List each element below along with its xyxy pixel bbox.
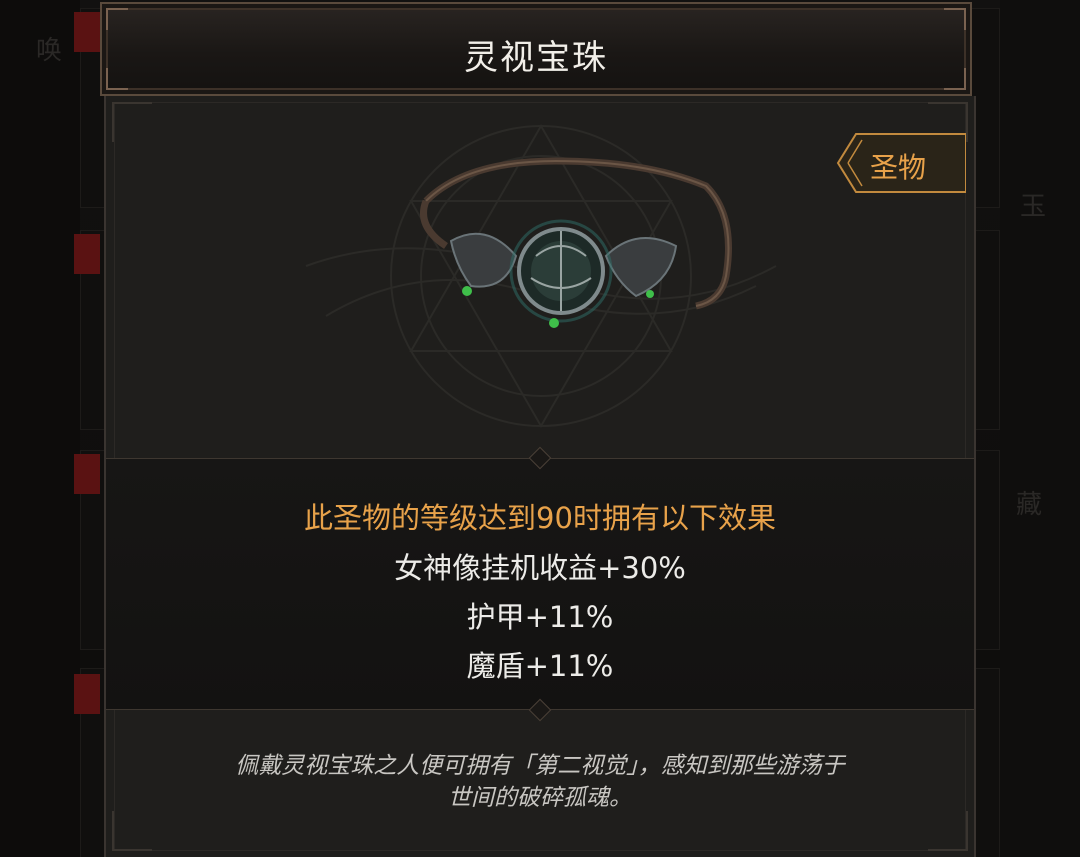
item-illustration xyxy=(266,106,816,446)
rarity-tag: 圣物 xyxy=(836,132,966,194)
card-corner-ornament xyxy=(112,102,152,142)
rarity-label: 圣物 xyxy=(870,151,927,184)
effect-line: 护甲+11% xyxy=(466,600,614,634)
background-right-strip xyxy=(1000,0,1080,857)
background-left-strip xyxy=(0,0,80,857)
effect-line: 女神像挂机收益+30% xyxy=(394,551,686,585)
background-label-left: 唤 xyxy=(36,36,63,66)
eye-orb-amulet-icon xyxy=(305,124,777,428)
background-tab-marker xyxy=(74,12,100,52)
header-corner-ornament xyxy=(944,8,966,30)
effects-heading: 此圣物的等级达到90时拥有以下效果 xyxy=(304,501,776,535)
flavor-line: 佩戴灵视宝珠之人便可拥有「第二视觉」，感知到那些游荡于 xyxy=(235,753,845,779)
item-flavor-text: 佩戴灵视宝珠之人便可拥有「第二视觉」，感知到那些游荡于 世间的破碎孤魂。 xyxy=(146,750,934,814)
flavor-line: 世间的破碎孤魂。 xyxy=(448,785,632,811)
background-tab-marker xyxy=(74,454,100,494)
card-corner-ornament xyxy=(928,811,968,851)
background-tab-marker xyxy=(74,234,100,274)
item-name-title: 灵视宝珠 xyxy=(464,38,608,78)
item-detail-card: 圣物 此圣物的等级达到90时拥有以下效果 女神像挂机收益+30% 护甲+11% … xyxy=(104,96,976,857)
background-label-right: 藏 xyxy=(1016,490,1043,520)
header-corner-ornament xyxy=(106,8,128,30)
card-corner-ornament xyxy=(112,811,152,851)
effect-line: 魔盾+11% xyxy=(466,649,614,683)
background-tab-marker xyxy=(74,674,100,714)
item-effects-section: 此圣物的等级达到90时拥有以下效果 女神像挂机收益+30% 护甲+11% 魔盾+… xyxy=(106,446,974,722)
item-dialog-header: 灵视宝珠 xyxy=(100,2,972,96)
background-label-right: 玉 xyxy=(1020,192,1047,222)
